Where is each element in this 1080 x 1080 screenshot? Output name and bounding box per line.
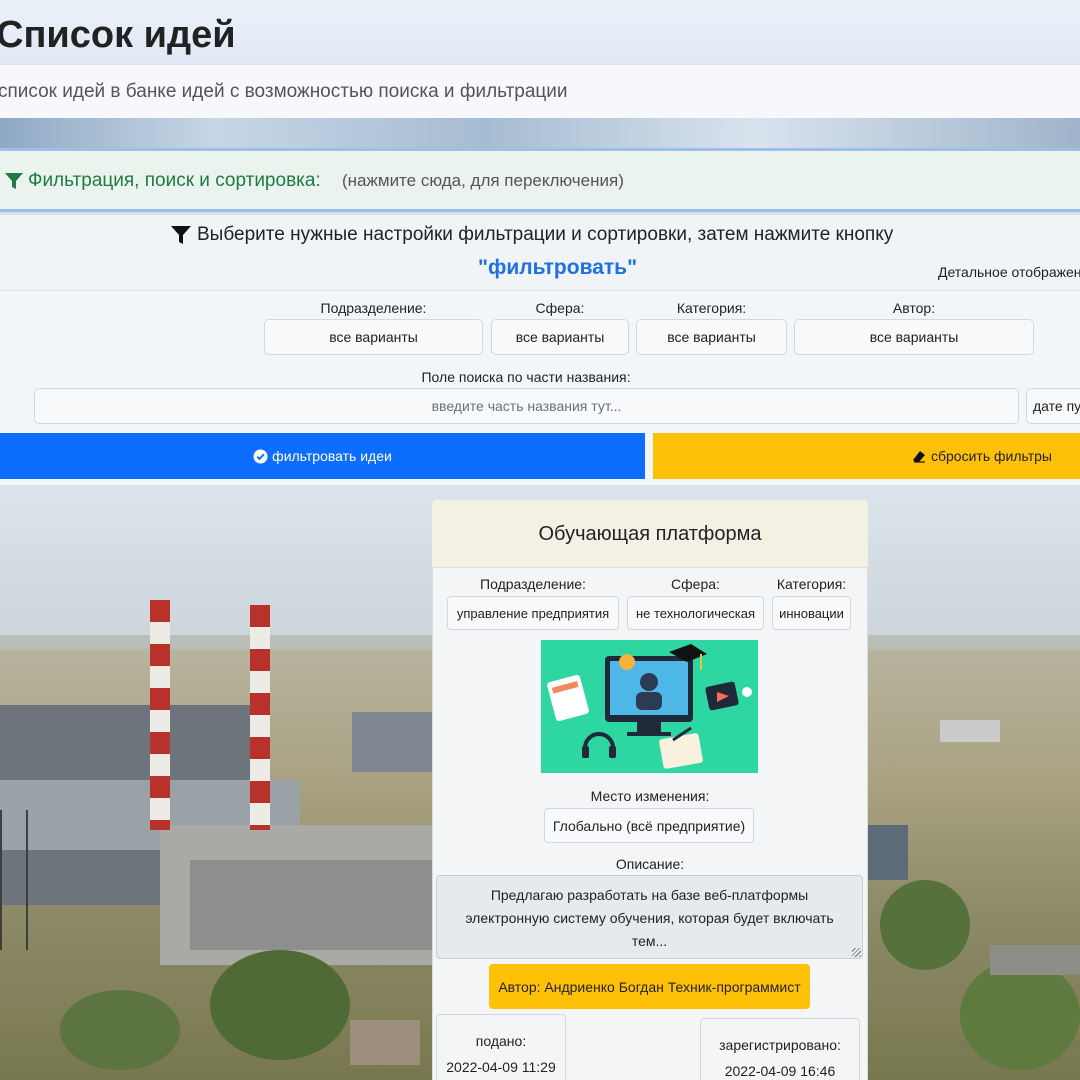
background-trees bbox=[210, 950, 350, 1060]
sort-select[interactable]: дате пу bbox=[1026, 388, 1080, 424]
idea-division-label: Подразделение: bbox=[480, 576, 586, 592]
idea-author-button[interactable]: Автор: Андриенко Богдан Техник-программи… bbox=[489, 964, 810, 1009]
background-factory-right bbox=[868, 825, 908, 880]
background-tanks bbox=[940, 720, 1000, 742]
idea-submitted-value: 2022-04-09 11:29 bbox=[446, 1059, 556, 1075]
check-circle-icon bbox=[253, 448, 268, 464]
search-input[interactable]: введите часть названия тут... bbox=[34, 388, 1019, 424]
idea-description[interactable]: Предлагаю разработать на базе веб-платфо… bbox=[436, 875, 863, 959]
idea-description-label: Описание: bbox=[615, 856, 685, 872]
page-title: Список идей bbox=[0, 14, 236, 56]
background-trees-right bbox=[960, 960, 1080, 1070]
idea-card-title: Обучающая платформа bbox=[538, 523, 762, 545]
background-cloud-band bbox=[0, 118, 1080, 148]
online-learning-illustration bbox=[547, 644, 752, 769]
category-filter-label: Категория: bbox=[676, 300, 747, 316]
background-chimney-2 bbox=[250, 605, 270, 830]
filter-instruction: Выберите нужные настройки фильтрации и с… bbox=[197, 224, 894, 245]
filter-toggle-label[interactable]: Фильтрация, поиск и сортировка: bbox=[28, 170, 321, 192]
idea-registered-label: зарегистрировано: bbox=[719, 1037, 841, 1053]
filter-button-reference: "фильтровать" bbox=[478, 256, 638, 279]
sphere-filter-label: Сфера: bbox=[535, 300, 585, 316]
background-trees-right bbox=[880, 880, 970, 970]
detail-view-toggle[interactable]: Детальное отображен bbox=[938, 264, 1080, 280]
category-filter-select[interactable]: все варианты bbox=[636, 319, 787, 355]
idea-sphere-label: Сфера: bbox=[671, 576, 720, 592]
search-label: Поле поиска по части названия: bbox=[421, 369, 631, 385]
idea-registered-value: 2022-04-09 16:46 bbox=[724, 1063, 836, 1079]
filter-toggle-hint[interactable]: (нажмите сюда, для переключения) bbox=[342, 171, 624, 191]
author-filter-select[interactable]: все варианты bbox=[794, 319, 1034, 355]
reset-filters-button[interactable]: сбросить фильтры bbox=[653, 433, 1080, 479]
background-building-right-left bbox=[352, 712, 432, 772]
sphere-filter-select[interactable]: все варианты bbox=[491, 319, 629, 355]
background-road bbox=[990, 945, 1080, 975]
filter-ideas-button[interactable]: фильтровать идеи bbox=[0, 433, 645, 479]
filter-icon bbox=[5, 173, 23, 189]
background-small-house bbox=[350, 1020, 420, 1065]
reset-filters-button-label: сбросить фильтры bbox=[931, 448, 1052, 464]
filter-icon bbox=[171, 226, 191, 244]
division-filter-label: Подразделение: bbox=[320, 300, 427, 316]
idea-category-value: инновации bbox=[772, 596, 851, 630]
background-factory-hall-roof bbox=[190, 860, 432, 950]
eraser-icon bbox=[913, 451, 925, 463]
filter-ideas-button-label: фильтровать идеи bbox=[272, 448, 392, 464]
idea-place-value: Глобально (всё предприятие) bbox=[544, 808, 754, 843]
background-trees bbox=[60, 990, 180, 1070]
idea-division-value: управление предприятия bbox=[447, 596, 619, 630]
page-subtitle: список идей в банке идей с возможностью … bbox=[0, 81, 568, 102]
idea-illustration bbox=[541, 640, 758, 773]
resize-grip-icon[interactable] bbox=[852, 948, 861, 957]
background-power-tower bbox=[0, 810, 28, 950]
idea-place-label: Место изменения: bbox=[590, 788, 710, 804]
idea-submitted-label: подано: bbox=[475, 1033, 527, 1049]
idea-category-label: Категория: bbox=[776, 576, 847, 592]
division-filter-select[interactable]: все варианты bbox=[264, 319, 483, 355]
background-chimney-1 bbox=[150, 600, 170, 830]
author-filter-label: Автор: bbox=[892, 300, 936, 316]
idea-sphere-value: не технологическая bbox=[627, 596, 764, 630]
